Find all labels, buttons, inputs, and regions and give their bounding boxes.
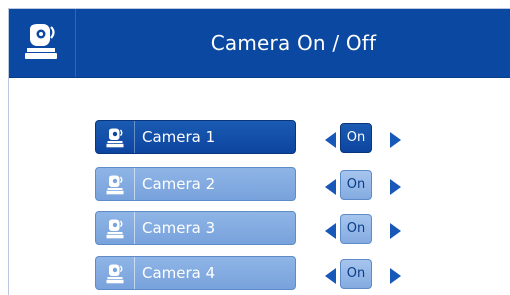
camera-icon [106,175,124,195]
next-arrow-icon[interactable] [390,223,401,239]
camera-label: Camera 1 [142,128,216,146]
camera-row-4: Camera 4 On [95,256,505,292]
camera-2-button[interactable]: Camera 2 [95,167,296,201]
next-arrow-icon[interactable] [390,132,401,148]
camera-icon [106,128,124,148]
next-arrow-icon[interactable] [390,179,401,195]
header-bar: Camera On / Off [9,9,510,78]
button-divider [134,121,135,153]
previous-arrow-icon[interactable] [325,132,336,148]
button-divider [134,168,135,200]
previous-arrow-icon[interactable] [325,268,336,284]
camera-label: Camera 4 [142,264,216,282]
camera-label: Camera 3 [142,219,216,237]
camera-label: Camera 2 [142,175,216,193]
camera-icon [106,219,124,239]
camera-1-button[interactable]: Camera 1 [95,120,296,154]
camera-4-onoff-toggle[interactable]: On [340,259,372,289]
previous-arrow-icon[interactable] [325,223,336,239]
camera-row-3: Camera 3 On [95,211,505,247]
button-divider [134,257,135,289]
camera-icon [25,24,57,59]
previous-arrow-icon[interactable] [325,179,336,195]
camera-row-1: Camera 1 On [95,120,505,156]
camera-2-onoff-toggle[interactable]: On [340,170,372,200]
camera-row-2: Camera 2 On [95,167,505,203]
camera-1-onoff-toggle[interactable]: On [340,123,372,153]
camera-3-onoff-toggle[interactable]: On [340,214,372,244]
page-title: Camera On / Off [210,31,377,55]
camera-4-button[interactable]: Camera 4 [95,256,296,290]
button-divider [134,212,135,244]
camera-3-button[interactable]: Camera 3 [95,211,296,245]
next-arrow-icon[interactable] [390,268,401,284]
camera-icon [106,264,124,284]
